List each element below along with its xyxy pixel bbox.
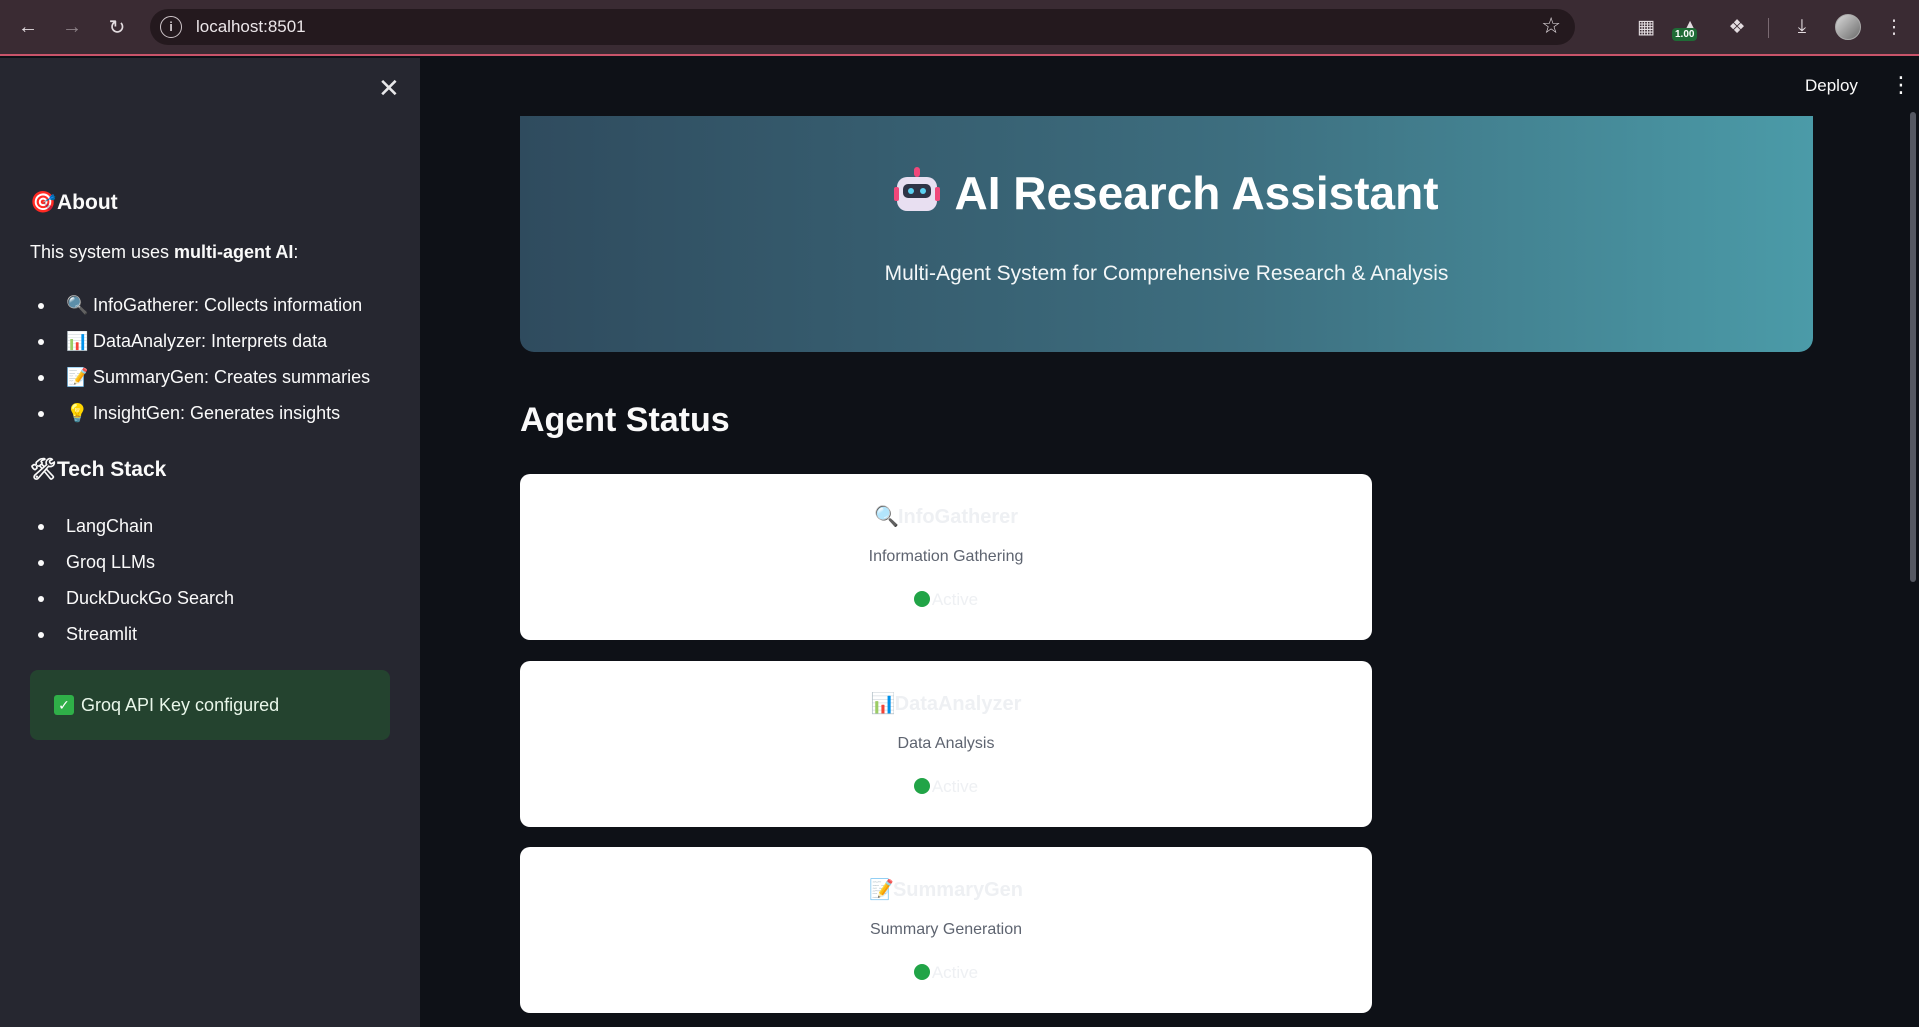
agent-name: 🔍InfoGatherer (873, 506, 1019, 528)
robot-icon (894, 166, 941, 215)
tech-stack-heading: 🛠Tech Stack (30, 458, 167, 481)
deploy-button[interactable]: Deploy (1805, 76, 1858, 96)
bookmark-star-icon[interactable]: ☆ (1541, 13, 1561, 39)
agent-name: 📊DataAnalyzer (870, 693, 1022, 715)
profile-avatar[interactable] (1835, 14, 1861, 40)
list-item: 📊 DataAnalyzer: Interprets data (30, 323, 370, 359)
agent-list: 🔍 InfoGatherer: Collects information 📊 Dat… (30, 287, 370, 431)
url-text[interactable]: localhost:8501 (196, 17, 306, 37)
browser-menu-icon[interactable]: ⋮ (1879, 12, 1909, 42)
tech-list: LangChain Groq LLMs DuckDuckGo Search St… (30, 508, 234, 652)
extensions-puzzle-icon[interactable]: ❖ (1722, 12, 1752, 42)
page-subtitle: Multi-Agent System for Comprehensive Res… (884, 262, 1449, 285)
forward-icon[interactable]: → (58, 13, 86, 41)
list-item: 📝 SummaryGen: Creates summaries (30, 359, 370, 395)
list-item: Streamlit (30, 616, 234, 652)
agent-role: Summary Generation (869, 921, 1023, 938)
status-badge: Active (520, 590, 1372, 610)
about-heading: 🎯About (30, 191, 118, 214)
agent-status-heading: Agent Status (520, 401, 730, 439)
agent-card-infogatherer: 🔍InfoGatherer Information Gathering Acti… (520, 474, 1372, 640)
agent-role: Information Gathering (868, 548, 1024, 565)
bar-chart-icon: 📊 (870, 693, 896, 715)
close-sidebar-icon[interactable]: ✕ (378, 75, 400, 101)
lightbulb-icon: 💡 (66, 403, 89, 423)
list-item: Groq LLMs (30, 544, 234, 580)
magnifier-icon: 🔍 (66, 295, 89, 315)
magnifier-icon: 🔍 (873, 506, 899, 528)
list-item: 💡 InsightGen: Generates insights (30, 395, 370, 431)
status-badge: Active (520, 777, 1372, 797)
status-dot-icon (913, 778, 930, 794)
bar-chart-icon: 📊 (66, 331, 89, 351)
agent-card-dataanalyzer: 📊DataAnalyzer Data Analysis Active (520, 661, 1372, 827)
site-info-icon[interactable]: i (160, 16, 182, 38)
status-badge: Active (520, 963, 1372, 983)
list-item: DuckDuckGo Search (30, 580, 234, 616)
agent-card-summarygen: 📝SummaryGen Summary Generation Active (520, 847, 1372, 1013)
address-bar[interactable]: i localhost:8501 ☆ (150, 9, 1575, 45)
app-menu-icon[interactable]: ⋮ (1890, 74, 1912, 96)
check-icon: ✓ (54, 695, 74, 715)
tools-icon: 🛠 (30, 458, 57, 481)
agent-name: 📝SummaryGen (868, 879, 1024, 901)
sidebar: ✕ 🎯About This system uses multi-agent AI… (0, 58, 420, 1027)
back-icon[interactable]: ← (14, 13, 42, 41)
api-key-status: ✓ Groq API Key configured (30, 670, 390, 740)
list-item: LangChain (30, 508, 234, 544)
memo-icon: 📝 (66, 367, 89, 387)
target-icon: 🎯 (30, 191, 57, 214)
download-icon[interactable]: ⤓ (1787, 12, 1817, 42)
list-item: 🔍 InfoGatherer: Collects information (30, 287, 370, 323)
page-title: AI Research Assistant (520, 166, 1813, 221)
extension-badge: 1.00 (1672, 28, 1698, 41)
scrollbar[interactable] (1910, 112, 1916, 582)
agent-role: Data Analysis (897, 735, 995, 752)
toolbar-divider (1768, 18, 1769, 38)
memo-icon: 📝 (868, 879, 894, 901)
about-intro: This system uses multi-agent AI: (30, 242, 299, 262)
tab-search-icon[interactable]: ▦ (1631, 12, 1661, 42)
status-dot-icon (913, 964, 930, 980)
status-dot-icon (913, 591, 930, 607)
reload-icon[interactable]: ↻ (103, 13, 131, 41)
hero-banner: AI Research Assistant Multi-Agent System… (520, 116, 1813, 352)
browser-toolbar: ← → ↻ i localhost:8501 ☆ ▦ ▲ 1.00 ❖ ⤓ ⋮ (0, 0, 1919, 56)
